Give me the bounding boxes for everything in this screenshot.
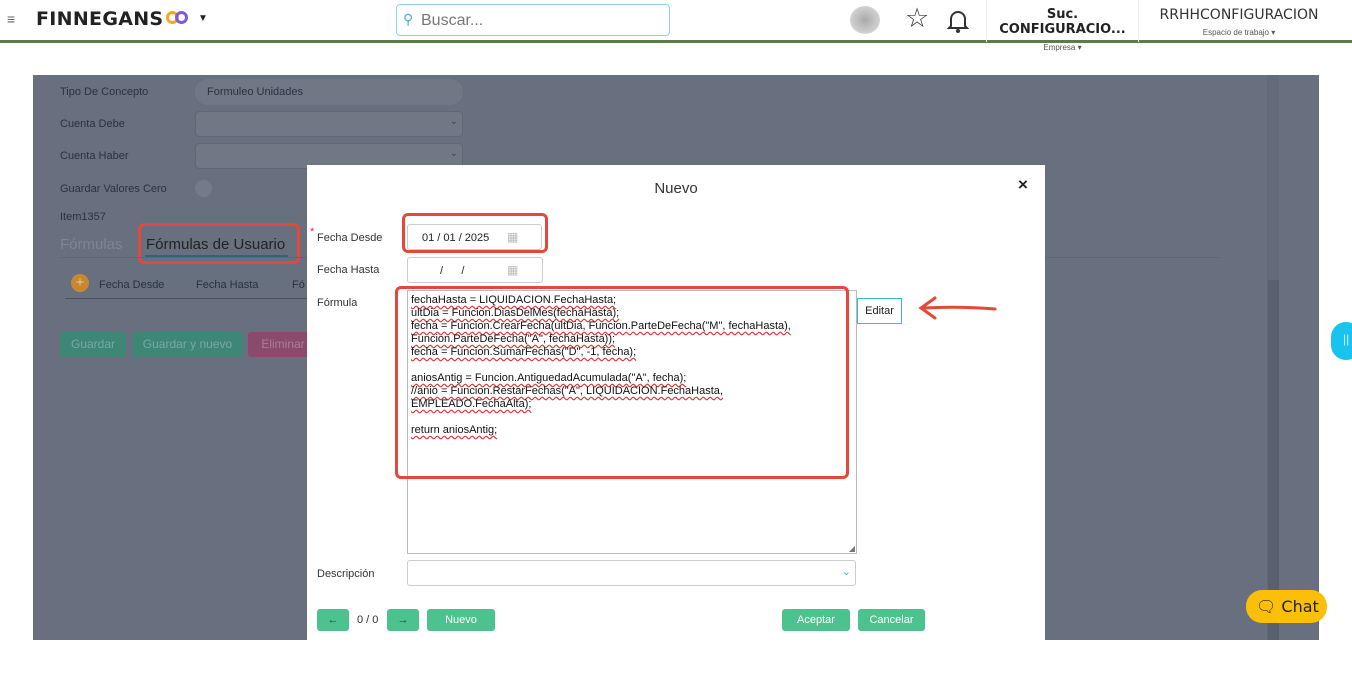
search-input[interactable]: ⚲ Buscar... [396, 4, 670, 36]
pager-count: 0 / 0 [357, 614, 379, 626]
logo-infinity-icon [166, 11, 190, 25]
dialog-title: Nuevo [654, 180, 698, 197]
new-formula-dialog: Nuevo × * Fecha Desde 01 / 01 / 2025 ▦ F… [307, 165, 1045, 645]
descripcion-select[interactable]: ⌄ [407, 560, 856, 586]
annotation-arrow-icon [918, 296, 997, 320]
calendar-icon[interactable]: ▦ [507, 263, 518, 277]
workspace-selector[interactable]: RRHHCONFIGURACION Espacio de trabajo ▾ [1139, 0, 1339, 42]
save-button[interactable]: Guardar [60, 332, 126, 357]
fecha-hasta-input[interactable]: / / ▦ [407, 257, 543, 283]
resize-handle-icon[interactable]: ◢ [849, 544, 855, 553]
bell-icon[interactable] [946, 8, 970, 33]
brand-dropdown-icon[interactable]: ▼ [198, 13, 208, 24]
annotation-highlight [395, 286, 849, 479]
new-button[interactable]: Nuevo [427, 609, 495, 631]
workspace-name: RRHHCONFIGURACION [1159, 7, 1319, 23]
top-bar: ≡ FINNEGANS ▼ ⚲ Buscar... ☆ Suc. CONFIGU… [0, 0, 1352, 52]
tab-formulas[interactable]: Fórmulas [60, 236, 123, 253]
guardar-cero-toggle[interactable] [195, 180, 212, 197]
hamburger-menu-icon[interactable]: ≡ [7, 11, 15, 27]
accept-button[interactable]: Aceptar [782, 609, 850, 631]
next-arrow-icon[interactable]: → [387, 609, 419, 631]
side-panel-toggle[interactable]: || [1331, 322, 1352, 360]
close-icon[interactable]: × [1018, 175, 1028, 195]
field-label: Cuenta Haber [60, 150, 129, 162]
company-selector[interactable]: Suc. CONFIGURACIO... Empresa ▾ [987, 0, 1138, 52]
field-label: Tipo De Concepto [60, 86, 149, 98]
formula-label: Fórmula [317, 297, 358, 309]
company-label: Empresa [1043, 43, 1076, 52]
cuenta-debe-select[interactable]: ⌄ [195, 111, 463, 137]
fecha-hasta-label: Fecha Hasta [317, 264, 380, 276]
company-name: Suc. CONFIGURACIO... [999, 7, 1126, 37]
required-mark: * [310, 226, 315, 238]
chat-button[interactable]: 🗨 Chat [1246, 590, 1327, 623]
edit-button[interactable]: Editar [857, 298, 902, 324]
previous-arrow-icon[interactable]: ← [317, 609, 349, 631]
field-label: Cuenta Debe [60, 118, 125, 130]
scrollbar[interactable] [1267, 75, 1279, 640]
assistant-icon[interactable] [850, 6, 880, 34]
column-header: Fecha Desde [99, 279, 165, 291]
field-label: Item1357 [60, 211, 106, 223]
scrollbar-thumb[interactable] [1268, 280, 1279, 640]
search-placeholder: Buscar... [421, 12, 484, 29]
column-header: Fecha Hasta [196, 279, 259, 291]
fecha-hasta-value: / / [440, 265, 465, 277]
workspace-label: Espacio de trabajo [1202, 28, 1269, 37]
chat-label: Chat [1281, 597, 1319, 616]
column-header: Fó [292, 279, 305, 291]
annotation-highlight [402, 213, 548, 253]
add-row-icon[interactable]: + [71, 274, 89, 292]
field-label: Guardar Valores Cero [60, 183, 167, 195]
search-icon: ⚲ [403, 11, 414, 27]
tipo-concepto-field: Formuleo Unidades [195, 79, 463, 105]
cancel-button[interactable]: Cancelar [858, 609, 925, 631]
star-icon[interactable]: ☆ [905, 3, 929, 34]
save-and-new-button[interactable]: Guardar y nuevo [132, 332, 243, 357]
chat-bubble-icon: 🗨 [1256, 597, 1277, 616]
fecha-desde-label: Fecha Desde [317, 232, 383, 244]
divider [65, 298, 315, 299]
brand-logo[interactable]: FINNEGANS [36, 8, 163, 30]
descripcion-label: Descripción [317, 568, 375, 580]
